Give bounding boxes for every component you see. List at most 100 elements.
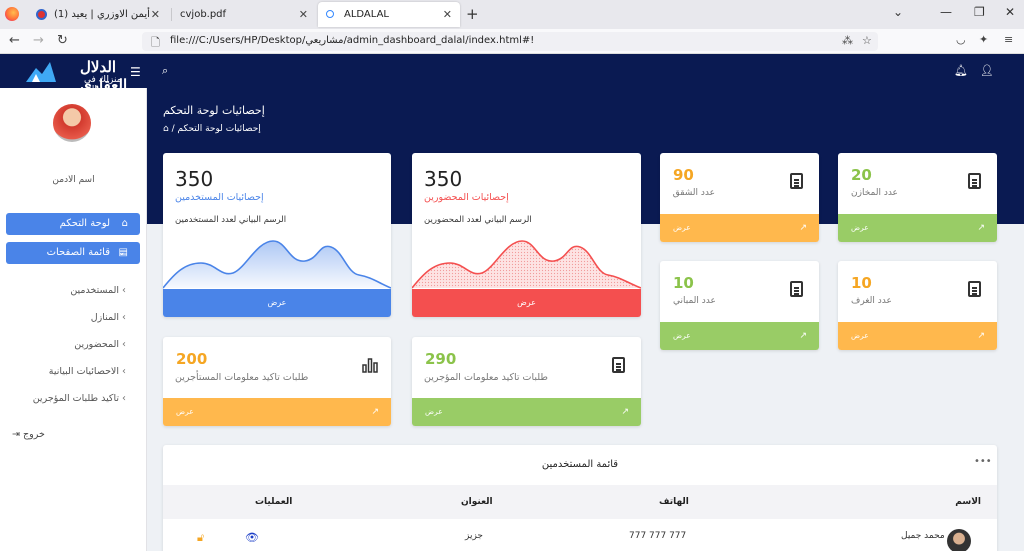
renters-count: 200 (176, 350, 208, 368)
chevron-left-icon: ‹ (122, 285, 126, 296)
pages-menu-button[interactable]: قائمة الصفحات ▤ ⌄ (6, 242, 140, 264)
document-icon (968, 173, 981, 189)
owners-requests-card: 290 طلبات تاكيد معلومات المؤجرين عرض ↗ (412, 337, 641, 426)
url-text: file:///C:/Users/HP/Desktop/مشاريعي/admi… (170, 35, 535, 46)
sidebar: اسم الادمن لوحة التحكم ⌂ قائمة الصفحات ▤… (0, 88, 147, 551)
chevron-down-icon[interactable]: ⌄ (893, 5, 903, 19)
chevron-left-icon: ‹ (122, 366, 126, 377)
breadcrumb: ⌂ / إحصائيات لوحة التحكم (163, 124, 261, 134)
user-name: محمد جميل (901, 531, 945, 541)
close-icon[interactable]: ✕ (151, 2, 160, 27)
renters-view-button[interactable]: عرض ↗ (163, 398, 391, 426)
chevron-left-icon: ‹ (122, 339, 126, 350)
user-icon[interactable]: 👤︎ (980, 64, 994, 77)
menu-icon[interactable]: ≡ (1004, 33, 1013, 46)
apartments-view-button[interactable]: عرض ↗ (660, 214, 819, 242)
home-icon: ⌂ (121, 218, 128, 229)
document-icon (790, 281, 803, 297)
nav-bar: ← → ↻ 🗋 file:///C:/Users/HP/Desktop/مشار… (0, 29, 1024, 54)
tab-favicon-icon (36, 9, 47, 20)
chevron-left-icon: ‹ (122, 312, 126, 323)
tab-label: أيمن الاوزري | يعيد (1) (54, 9, 150, 20)
user-phone: 777 777 777 (629, 531, 687, 541)
hamburger-icon[interactable]: ☰ (130, 65, 141, 79)
page-title: إحصائيات لوحة التحكم (163, 104, 265, 117)
firefox-icon[interactable] (5, 7, 19, 21)
tab-bar: أيمن الاوزري | يعيد (1) ✕ cvjob.pdf ✕ AL… (0, 0, 1024, 29)
buildings-view-button[interactable]: عرض ↗ (660, 322, 819, 350)
bell-icon[interactable]: 🔔︎ (954, 64, 968, 77)
blocked-chart-desc: الرسم البياني لعدد المحضورين (424, 215, 532, 225)
stores-count: 20 (851, 166, 872, 184)
document-icon (968, 281, 981, 297)
rooms-card: 10 عدد الغرف عرض ↗ (838, 261, 997, 350)
tab-1[interactable]: أيمن الاوزري | يعيد (1) ✕ (28, 2, 168, 27)
bookmark-star-icon[interactable]: ☆ (862, 34, 872, 47)
apartments-label: عدد الشقق (672, 188, 715, 198)
sidebar-item-owner-requests[interactable]: تاكيد طلبات المؤجرين ‹ (0, 389, 147, 409)
new-tab-icon[interactable]: + (466, 5, 479, 23)
rooms-view-button[interactable]: عرض ↗ (838, 322, 997, 350)
users-view-button[interactable]: عرض (163, 289, 391, 317)
col-address: العنوان (461, 497, 493, 507)
back-icon[interactable]: ← (9, 33, 20, 48)
blocked-count: 350 (424, 167, 463, 191)
document-icon (612, 357, 625, 373)
search-icon[interactable]: ⌕ (162, 64, 168, 78)
tab-label: cvjob.pdf (180, 9, 227, 20)
eye-icon[interactable]: 👁︎ (245, 531, 259, 544)
renters-requests-card: 200 طلبات تاكيد معلومات المستأجرين عرض ↗ (163, 337, 391, 426)
sidebar-item-stats[interactable]: الاحصائيات البيانية ‹ (0, 362, 147, 382)
house-logo-icon (26, 62, 56, 82)
restore-icon[interactable]: ❐ (974, 5, 985, 19)
sidebar-item-houses[interactable]: المنازل ‹ (0, 308, 147, 328)
dashboard-button[interactable]: لوحة التحكم ⌂ (6, 213, 140, 235)
owners-count: 290 (425, 350, 457, 368)
tab-3[interactable]: ALDALAL ✕ (318, 2, 460, 27)
users-stats-label: إحصائيات المستخدمين (175, 192, 264, 203)
pages-label: قائمة الصفحات (46, 247, 110, 258)
avatar (947, 529, 971, 551)
pocket-icon[interactable]: ◡ (956, 33, 966, 46)
owners-view-button[interactable]: عرض ↗ (412, 398, 641, 426)
trending-icon: ↗ (621, 407, 629, 417)
logout-button[interactable]: ⇥ خروج (12, 429, 45, 440)
users-area-chart (163, 240, 391, 289)
more-options-icon[interactable]: ••• (974, 456, 992, 467)
trending-icon: ↗ (371, 407, 379, 417)
dashboard-app: الدلال العقاري منزلك في جوالك ☰ ⌕ 🔔︎ 👤︎ … (0, 54, 1024, 551)
unlock-icon[interactable]: 🔓︎ (197, 531, 204, 545)
logout-icon: ⇥ (12, 429, 20, 440)
users-table-card: قائمة المستخدمين ••• الاسم الهاتف العنوا… (163, 445, 997, 551)
blocked-stats-card: 350 إحصائيات المحضورين الرسم البياني لعد… (412, 153, 641, 317)
tab-favicon-icon (326, 10, 334, 18)
reload-icon[interactable]: ↻ (57, 33, 68, 48)
close-icon[interactable]: ✕ (443, 2, 452, 27)
rooms-count: 10 (851, 274, 872, 292)
stores-view-button[interactable]: عرض ↗ (838, 214, 997, 242)
admin-name: اسم الادمن (52, 175, 95, 185)
close-window-icon[interactable]: ✕ (1005, 5, 1015, 19)
chevron-down-icon: ⌄ (118, 248, 126, 258)
col-actions: العمليات (255, 497, 293, 507)
home-icon[interactable]: ⌂ (163, 124, 169, 134)
close-icon[interactable]: ✕ (299, 2, 308, 27)
avatar[interactable] (53, 104, 91, 142)
sidebar-item-blocked[interactable]: المحضورين ‹ (0, 335, 147, 355)
tab-label: ALDALAL (344, 9, 389, 20)
translate-icon[interactable]: ⁂ (842, 34, 853, 47)
address-bar[interactable]: 🗋 file:///C:/Users/HP/Desktop/مشاريعي/ad… (142, 32, 878, 51)
col-phone: الهاتف (659, 497, 689, 507)
sidebar-item-users[interactable]: المستخدمين ‹ (0, 281, 147, 301)
users-count: 350 (175, 167, 214, 191)
col-name: الاسم (955, 497, 981, 507)
page-icon: 🗋 (151, 36, 160, 49)
buildings-card: 10 عدد المباني عرض ↗ (660, 261, 819, 350)
tab-2[interactable]: cvjob.pdf ✕ (172, 2, 316, 27)
buildings-label: عدد المباني (673, 296, 716, 306)
minimize-icon[interactable]: — (940, 5, 952, 19)
logo[interactable]: الدلال العقاري منزلك في جوالك (24, 56, 127, 95)
blocked-view-button[interactable]: عرض (412, 289, 641, 317)
forward-icon[interactable]: → (33, 33, 44, 48)
extensions-icon[interactable]: ✦ (979, 33, 988, 46)
